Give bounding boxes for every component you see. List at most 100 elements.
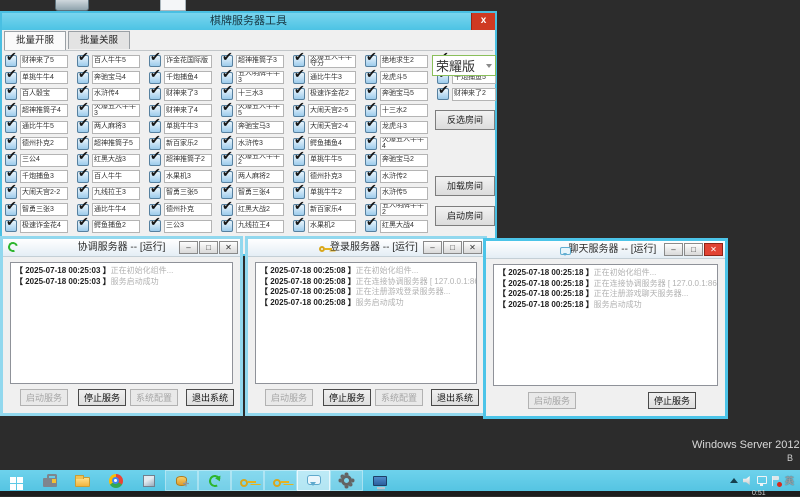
minimize-icon[interactable]: – [179,241,198,254]
checkbox-checked-icon[interactable]: ✔ [149,220,161,232]
desktop-document-icon[interactable] [160,0,186,11]
game-checkbox-item[interactable]: ✔三公3 [147,218,219,235]
game-checkbox-item[interactable]: ✔鳄鱼捕鱼2 [75,218,147,235]
game-label: 超神推筒子2 [164,154,212,167]
tray-ime-indicator[interactable]: 英 [785,474,794,487]
host-taskbar-strip [0,491,800,496]
game-label: 火爆五人牛牛2 [236,154,284,167]
game-checkbox-item[interactable]: ✔极速诈金花4 [3,218,75,235]
taskbar-app-package[interactable] [132,470,165,491]
taskbar-file-explorer[interactable] [66,470,99,491]
maximize-icon[interactable]: □ [199,241,218,254]
taskbar-start-button[interactable] [0,470,33,491]
game-checkbox-item[interactable]: ✔红黑大战4 [363,218,435,235]
desktop-folder-icon[interactable] [55,0,89,11]
tray-icons: 英 [730,470,794,491]
maximize-icon[interactable]: □ [443,241,462,254]
minimize-icon[interactable]: – [423,241,442,254]
system-config-button[interactable]: 系统配置 [375,389,423,406]
stop-service-button[interactable]: 停止服务 [648,392,696,409]
folder-icon [75,477,90,487]
system-config-button[interactable]: 系统配置 [130,389,178,406]
game-label: 龙虎斗5 [380,71,428,84]
taskbar-login-server[interactable] [231,470,264,491]
chat-server-window: 聊天服务器 -- [运行] – □ ✕ 【 2025-07-18 00:25:1… [483,238,728,419]
log-line: 【 2025-07-18 00:25:08 】正在连接协调服务器 [ 127.0… [260,277,472,288]
minimize-icon[interactable]: – [664,243,683,256]
taskbar-chrome[interactable] [99,470,132,491]
game-label: 财神来了3 [164,88,212,101]
maximize-icon[interactable]: □ [684,243,703,256]
game-label: 水果机3 [164,170,212,183]
game-label: 火爆五人牛牛3 [92,104,140,117]
taskbar-server-tool[interactable] [165,470,198,491]
window-title: 聊天服务器 -- [运行] [569,244,657,255]
close-icon[interactable]: ✕ [219,241,238,254]
close-icon[interactable]: x [471,13,495,30]
tray-network[interactable] [757,476,767,484]
game-label: 水浒传4 [92,88,140,101]
game-checkbox-item[interactable]: ✔财神来了2 [435,86,496,103]
checkbox-checked-icon[interactable]: ✔ [365,220,377,232]
game-label: 单挑牛牛2 [308,187,356,200]
game-label: 德州扑克3 [308,170,356,183]
game-label: 单挑牛牛4 [20,71,68,84]
start-service-button[interactable]: 启动服务 [528,392,576,409]
game-checkbox-item[interactable]: ✔水果机2 [291,218,363,235]
game-label: 九线拉王4 [236,220,284,233]
game-label: 单挑牛牛3 [164,121,212,134]
load-rooms-button[interactable]: 加载房间 [435,176,495,196]
tab-batch-close[interactable]: 批量关服 [68,31,130,49]
log-line: 【 2025-07-18 00:25:08 】正在注册游戏登录服务器... [260,287,472,298]
checkbox-checked-icon[interactable]: ✔ [77,220,89,232]
server-log: 【 2025-07-18 00:25:08 】正在初始化组件...【 2025-… [255,262,477,384]
exit-system-button[interactable]: 退出系统 [431,389,479,406]
tray-volume-muted[interactable] [743,476,752,485]
taskbar-coordination-server[interactable] [198,470,231,491]
checkbox-checked-icon[interactable]: ✔ [437,88,449,100]
version-dropdown[interactable]: 荣耀版 [432,55,496,76]
game-label: 财神来了2 [452,88,496,101]
game-label: 百人牛牛5 [92,55,140,68]
tray-alert-flag[interactable] [772,476,780,486]
game-label: 大闹天宫2-4 [308,121,356,134]
tab-batch-open[interactable]: 批量开服 [4,31,66,50]
server-log: 【 2025-07-18 00:25:18 】正在初始化组件...【 2025-… [493,264,718,386]
start-rooms-button[interactable]: 启动房间 [435,206,495,226]
checkbox-checked-icon[interactable]: ✔ [293,220,305,232]
game-label: 德州扑克 [164,203,212,216]
game-label: 大闹天宫2-5 [308,104,356,117]
stop-service-button[interactable]: 停止服务 [323,389,371,406]
sync-icon [207,473,222,488]
start-service-button[interactable]: 启动服务 [20,389,68,406]
taskbar-icons [0,470,396,491]
taskbar-server-manager[interactable] [33,470,66,491]
game-checkbox-item[interactable]: ✔九线拉王4 [219,218,291,235]
checkbox-checked-icon[interactable]: ✔ [221,220,233,232]
checkbox-checked-icon[interactable]: ✔ [5,220,17,232]
taskbar-chat-server[interactable] [297,470,330,491]
start-service-button[interactable]: 启动服务 [265,389,313,406]
close-icon[interactable]: ✕ [463,241,482,254]
taskbar-computer[interactable] [363,470,396,491]
stop-service-button[interactable]: 停止服务 [78,389,126,406]
taskbar-settings[interactable] [330,470,363,491]
game-label: 五人明牌牛牛3 [236,71,284,84]
invert-selection-button[interactable]: 反选房间 [435,110,495,130]
game-label: 极速诈金花4 [20,220,68,233]
taskbar-key-app[interactable] [264,470,297,491]
exit-system-button[interactable]: 退出系统 [186,389,234,406]
computer-icon [373,476,387,486]
game-label: 十三水2 [380,104,428,117]
game-label: 红黑大战4 [380,220,428,233]
game-label: 奔驰宝马2 [380,154,428,167]
tray-hidden-icons[interactable] [730,474,738,483]
game-label: 智勇三张4 [236,187,284,200]
game-label: 龙虎斗3 [380,121,428,134]
log-line: 【 2025-07-18 00:25:18 】服务启动成功 [498,300,713,311]
game-grid: ✔财神来了5✔单挑牛牛4✔百人骰宝✔超神推筒子4✔通比牛牛5✔德州扑克2✔三公4… [3,53,496,235]
close-icon[interactable]: ✕ [704,243,723,256]
taskbar [0,470,800,491]
window-titlebar[interactable]: 棋牌服务器工具 [2,13,495,30]
toolbox-icon [43,478,57,487]
